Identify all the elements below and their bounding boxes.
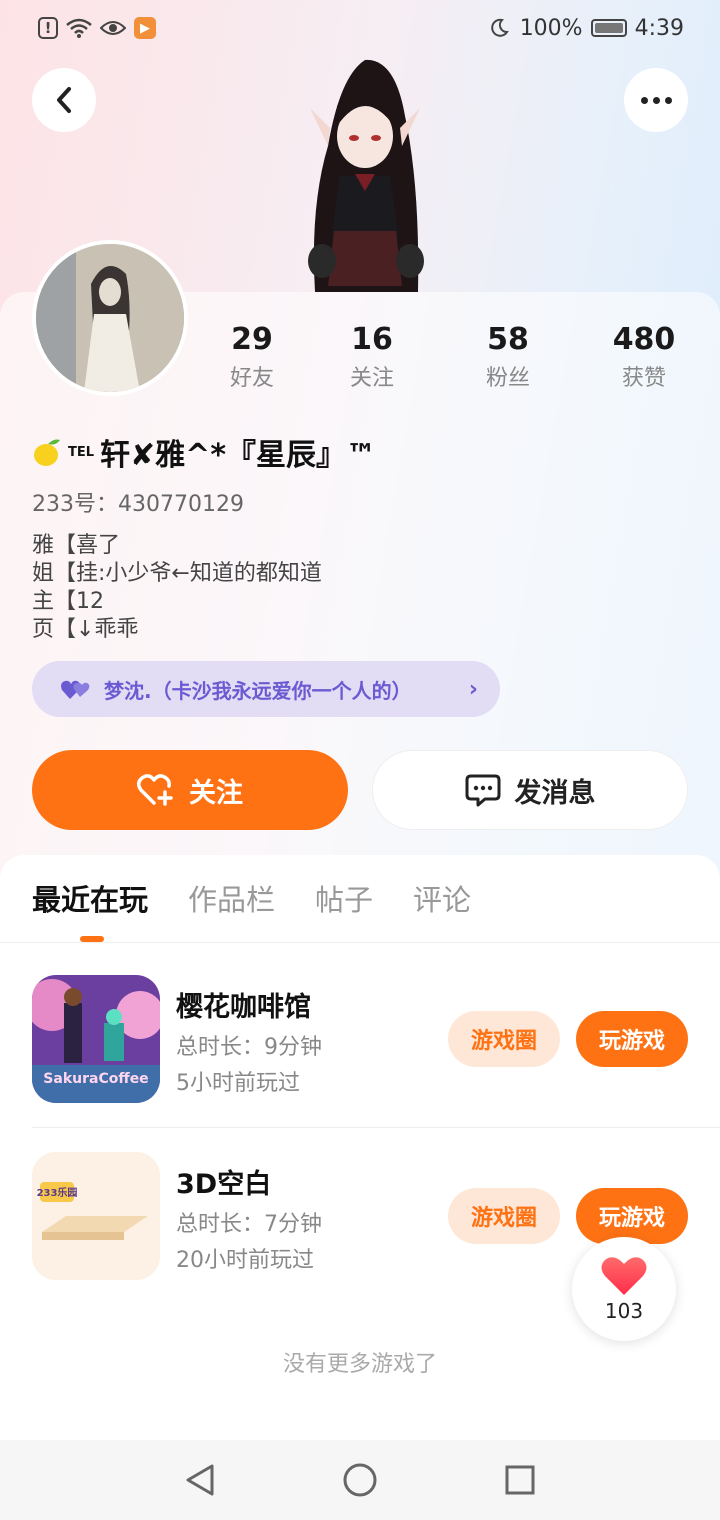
heart-icon [601,1257,647,1295]
game-icon[interactable]: 233乐园 [32,1152,160,1280]
game-icon-text: 233乐园 [37,1186,78,1199]
stat-value: 29 [231,322,273,357]
battery-icon [590,19,627,37]
more-dots-icon [640,96,672,104]
double-heart-icon [61,680,90,699]
tab-recent-games[interactable]: 最近在玩 [32,878,148,922]
like-count: 103 [604,1299,644,1323]
tab-bar: 最近在玩 作品栏 帖子 评论 [32,878,471,922]
username: TEL 轩✘雅^*『星辰』™ [32,430,376,474]
game-icon[interactable]: SakuraCoffee [32,975,160,1103]
no-more-text: 没有更多游戏了 [282,1352,437,1377]
row-divider [32,1127,720,1128]
bio-line: 姐【挂:小少爷←知道的都知道 [32,561,322,586]
relation-tag-text: 梦沈.（卡沙我永远爱你一个人的） [104,678,412,703]
alert-icon: ! [38,17,58,39]
triangle-back-icon [186,1464,214,1496]
tab-comments[interactable]: 评论 [413,878,471,922]
stat-following[interactable]: 16 关注 [304,320,440,398]
stat-label: 获赞 [621,366,666,391]
user-id: 233号：430770129 [32,492,244,517]
status-bar: ! ▶ 100% 4:39 [0,0,720,56]
relation-tag[interactable]: 梦沈.（卡沙我永远爱你一个人的） › [32,661,500,717]
character-figure [308,59,424,292]
game-last-played: 5小时前玩过 [176,1071,300,1096]
tel-mark: TEL [68,444,95,460]
tab-works[interactable]: 作品栏 [188,878,275,922]
battery-percent: 100% [519,15,583,41]
follow-label: 关注 [189,777,243,809]
avatar[interactable] [32,240,188,396]
nav-recents-button[interactable] [502,1462,538,1498]
chevron-right-icon: › [468,676,478,702]
bio: 雅【喜了 姐【挂:小少爷←知道的都知道 主【12 页【↓乖乖 [32,532,322,644]
stat-label: 好友 [229,366,274,391]
tab-posts[interactable]: 帖子 [315,878,373,922]
stat-likes[interactable]: 480 获赞 [576,320,712,398]
game-last-played: 20小时前玩过 [176,1248,314,1273]
bio-line: 主【12 [32,589,104,614]
clock: 4:39 [634,15,684,41]
system-nav-bar [0,1440,720,1520]
game-circle-button[interactable]: 游戏圈 [448,1011,560,1067]
game-title: 3D空白 [176,1169,272,1200]
stat-value: 58 [487,322,529,357]
bio-line: 页【↓乖乖 [32,617,139,642]
play-game-button[interactable]: 玩游戏 [576,1011,688,1067]
game-circle-button[interactable]: 游戏圈 [448,1188,560,1244]
play-game-button[interactable]: 玩游戏 [576,1188,688,1244]
game-row[interactable]: SakuraCoffee 樱花咖啡馆 总时长：9分钟 5小时前玩过 游戏圈 玩游… [0,975,720,1105]
circle-home-icon [343,1463,377,1497]
stats-row: 29 好友 16 关注 58 粉丝 480 获赞 [200,320,720,398]
game-duration: 总时长：7分钟 [176,1212,322,1237]
square-recents-icon [505,1465,535,1495]
game-duration: 总时长：9分钟 [176,1035,322,1060]
game-icon-text: SakuraCoffee [43,1071,148,1087]
like-button[interactable]: 103 [572,1237,676,1341]
eye-icon [100,15,126,41]
nav-back-button[interactable] [182,1462,218,1498]
avatar-image [36,244,184,392]
chat-bubble-icon [465,774,500,807]
message-button[interactable]: 发消息 [372,750,688,830]
stat-label: 粉丝 [485,366,530,391]
video-app-icon: ▶ [134,17,156,39]
stat-friends[interactable]: 29 好友 [200,320,304,398]
tab-divider [0,942,720,943]
more-button[interactable] [624,68,688,132]
heart-plus-icon [137,774,173,806]
wifi-icon [66,15,92,41]
stat-label: 关注 [349,366,394,391]
moon-icon [486,15,512,41]
stat-value: 16 [351,322,393,357]
lemon-icon [34,439,60,466]
username-text: 轩✘雅^*『星辰』™ [100,438,377,473]
message-label: 发消息 [514,777,596,809]
game-title: 樱花咖啡馆 [176,992,311,1023]
back-arrow-icon [57,87,71,113]
stat-fans[interactable]: 58 粉丝 [440,320,576,398]
bio-line: 雅【喜了 [32,533,121,558]
nav-home-button[interactable] [342,1462,378,1498]
stat-value: 480 [612,322,676,357]
follow-button[interactable]: 关注 [32,750,348,830]
back-button[interactable] [32,68,96,132]
